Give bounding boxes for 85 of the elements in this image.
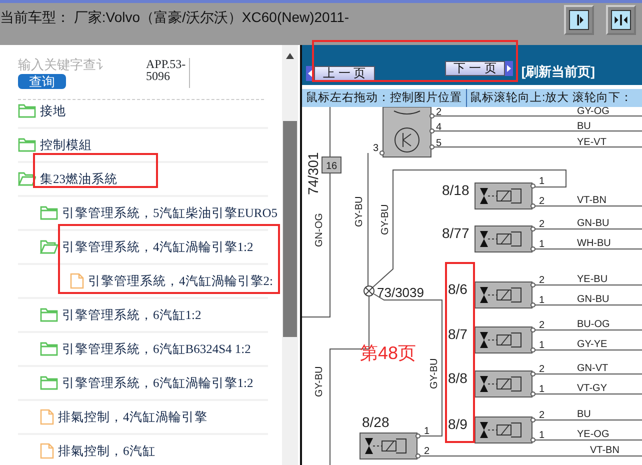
valve-label: 8/18	[442, 182, 470, 198]
valve-drawing	[474, 182, 536, 210]
pin-number: 2	[424, 446, 430, 457]
pin-number: 1	[539, 384, 545, 395]
wire-label: GN-BU	[577, 294, 610, 305]
wire-label: VT-GY	[577, 383, 608, 394]
pin-number: 1	[424, 426, 430, 437]
valve-drawing	[474, 370, 536, 398]
document-icon	[40, 409, 54, 425]
valve-label: 8/8	[448, 370, 468, 386]
previous-page-button[interactable]: 上 一 页	[314, 66, 375, 81]
scroll-thumb[interactable]	[283, 121, 297, 337]
document-icon	[40, 443, 54, 459]
pin-number: 1	[539, 176, 545, 187]
search-button[interactable]: 查询	[18, 74, 66, 89]
valve-label: 8/9	[448, 416, 468, 432]
pin-number: 2	[539, 364, 545, 375]
wire-label: GY-BU	[429, 358, 440, 389]
pin-number: 2	[539, 320, 545, 331]
wire-label: YE-VT	[577, 137, 606, 148]
scrollbar[interactable]	[282, 45, 298, 465]
scroll-up-icon[interactable]	[286, 53, 294, 59]
wire-label: GN-OG	[314, 213, 325, 247]
tree-item[interactable]: 引擎管理系統，6汽缸渦輪引擎1:2	[62, 374, 254, 392]
connector-label: 74/301	[305, 152, 321, 195]
tree-item[interactable]: 引擎管理系統，6汽缸B6324S4 1:2	[62, 340, 251, 358]
valve-label: 8/28	[362, 414, 390, 430]
splice-label: 73/3039	[377, 285, 424, 300]
wire-label: GY-BU	[314, 366, 325, 397]
wire-label: BU	[577, 121, 591, 132]
tree-item[interactable]: 引擎管理系統，4汽缸渦輪引擎2:	[88, 272, 273, 290]
split-button[interactable]	[606, 5, 636, 35]
valve-drawing	[474, 416, 536, 444]
next-page-button[interactable]: 下 一 页	[444, 61, 506, 76]
valve-drawing	[474, 282, 536, 308]
pin-number: 2	[539, 275, 545, 286]
sensor-drawing	[380, 107, 434, 158]
valve-drawing	[360, 432, 420, 460]
pin-number: 2	[539, 219, 545, 230]
pin-number: 1	[539, 340, 545, 351]
valve-drawing	[474, 226, 536, 252]
wire-label: BU	[577, 409, 591, 420]
tree-item[interactable]: 集23燃油系統	[40, 170, 118, 188]
expand-button[interactable]	[564, 5, 594, 35]
wire-label: YE-BU	[577, 274, 608, 285]
wire-label: WH-BU	[577, 238, 611, 249]
wire-label: GY-YE	[577, 339, 608, 350]
valve-label: 8/6	[448, 281, 468, 297]
wire-label: YE-OG	[577, 429, 610, 440]
wire-label: BU-OG	[577, 319, 610, 330]
valve-drawing	[474, 326, 536, 354]
valve-label: 8/77	[442, 225, 470, 241]
tree-item[interactable]: 排氣控制，6汽缸	[58, 442, 156, 460]
terminal-box: 16	[322, 156, 342, 174]
hint-text: 鼠标左右拖动：控制图片位置	[306, 90, 462, 106]
tree-item[interactable]: 引擎管理系統，4汽缸渦輪引擎1:2	[62, 238, 254, 256]
pin-number: 2	[436, 107, 442, 118]
tree-item[interactable]: 排氣控制，4汽缸渦輪引擎	[58, 408, 208, 426]
valve-label: 8/7	[448, 326, 468, 342]
tree-item[interactable]: 接地	[40, 102, 66, 120]
page-note: 第48页	[360, 343, 416, 363]
tree-item[interactable]: 控制模組	[40, 136, 92, 154]
wire-label: GY-BU	[380, 204, 391, 235]
document-icon	[70, 273, 84, 289]
tree-item[interactable]: 引擎管理系統，5汽缸柴油引擎EURO5	[62, 204, 278, 222]
wire-label: GN-VT	[577, 363, 608, 374]
pin-number: 2	[539, 196, 545, 207]
pin-number: 1	[539, 430, 545, 441]
vehicle-title: 当前车型： 厂家:Volvo（富豪/沃尔沃）XC60(New)2011-	[0, 8, 350, 27]
hint-text: 鼠标滚轮向上:放大 滚轮向下：	[466, 89, 632, 107]
wire-label: GN-BU	[577, 218, 610, 229]
pin-number: 3	[373, 143, 379, 154]
splice-icon	[364, 286, 374, 296]
pin-number: 1	[539, 295, 545, 306]
code-label: APP.53-5096	[146, 58, 190, 88]
pin-number: 2	[539, 410, 545, 421]
pin-number: 1	[539, 239, 545, 250]
pin-number: 4	[436, 122, 442, 133]
pin-number: 5	[436, 138, 442, 149]
refresh-link[interactable]: [刷新当前页]	[521, 62, 596, 81]
wire-label: GY-BU	[354, 196, 365, 227]
wire-label: VT-BN	[590, 445, 620, 456]
wire-label: VT-BN	[577, 195, 606, 206]
wire-label: GY-OG	[577, 107, 610, 117]
tree-item[interactable]: 引擎管理系統，6汽缸1:2	[62, 306, 202, 324]
